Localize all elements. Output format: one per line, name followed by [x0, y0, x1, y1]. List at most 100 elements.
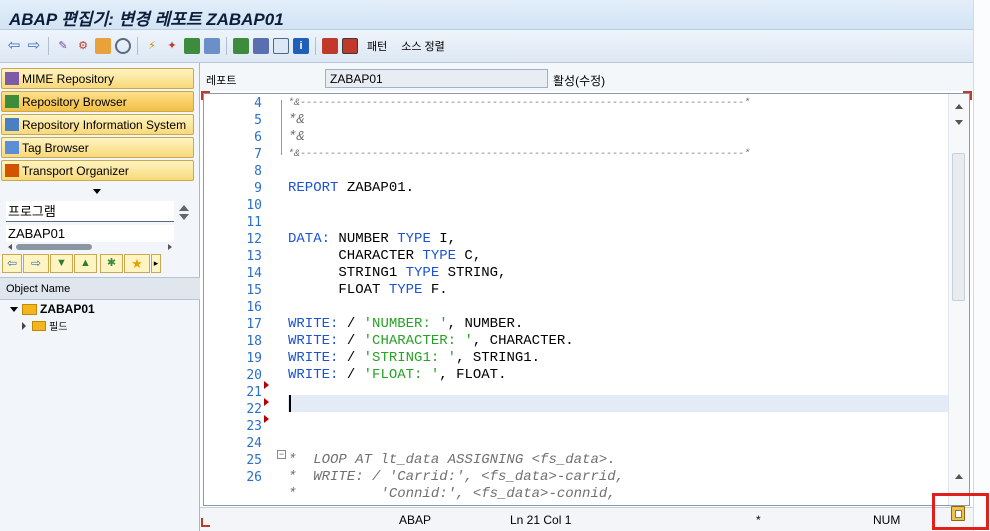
session-breakpoint-icon[interactable]: [342, 38, 358, 54]
change-marker-icon: [264, 381, 269, 389]
code-line-5: *&: [288, 112, 305, 128]
back-arrow-icon[interactable]: ⇦: [6, 38, 22, 54]
scrollbar-thumb[interactable]: [952, 153, 965, 301]
line-number: 26: [246, 470, 262, 485]
clipboard-icon[interactable]: [951, 506, 965, 521]
code-editor[interactable]: 4 5 6 7 8 9 10 11 12 13 14 15 16 17 18 1…: [203, 93, 970, 506]
more-browsers-dropdown-icon[interactable]: [93, 189, 101, 194]
object-name-header-label: Object Name: [6, 283, 71, 295]
line-number: 22: [246, 402, 262, 417]
code-text: , STRING1.: [456, 350, 541, 366]
line-number: 4: [254, 96, 262, 111]
scroll-down-arrow-icon[interactable]: [955, 120, 963, 125]
display-change-icon[interactable]: ✎: [55, 38, 71, 54]
code-text: , FLOAT.: [439, 367, 507, 383]
favorites-star-icon[interactable]: ★: [124, 254, 150, 273]
previous-object-icon[interactable]: ⇦: [2, 254, 22, 273]
code-line-13: CHARACTER TYPE C,: [288, 248, 481, 265]
report-label: 레포트: [206, 75, 237, 87]
line-number: 20: [246, 368, 262, 383]
code-line-18: WRITE: / 'CHARACTER: ', CHARACTER.: [288, 333, 574, 350]
navigator-toolbar: ⇦ ⇨ ▼ ▲ ✱ ★ ▸: [2, 254, 198, 274]
activate-icon[interactable]: ⚡: [144, 38, 160, 54]
line-number: 24: [246, 436, 262, 451]
code-line-9: REPORT ZABAP01.: [288, 180, 414, 197]
tree-collapsed-arrow-icon[interactable]: [22, 321, 26, 330]
repository-information-system-button[interactable]: Repository Information System: [1, 114, 194, 135]
transport-organizer-button[interactable]: Transport Organizer: [1, 160, 194, 181]
fullscreen-icon[interactable]: [273, 38, 289, 54]
code-keyword: WRITE:: [288, 333, 339, 349]
more-tools-icon[interactable]: ▸: [151, 254, 161, 273]
code-keyword: WRITE:: [288, 316, 339, 332]
collapse-block-icon[interactable]: −: [277, 450, 286, 459]
code-text: /: [338, 333, 364, 349]
object-name-input[interactable]: ZABAP01: [6, 225, 174, 242]
code-text: /: [338, 367, 364, 383]
current-line-highlight: [288, 395, 948, 412]
tag-browser-label: Tag Browser: [22, 140, 89, 155]
object-navigator-panel: MIME Repository Repository Browser Repos…: [0, 63, 200, 531]
display-object-list-icon[interactable]: [253, 38, 269, 54]
editor-vertical-scrollbar[interactable]: [948, 94, 969, 505]
up-one-level-icon[interactable]: ▼: [50, 254, 73, 273]
status-corner-marker: [201, 518, 210, 527]
scroll-up-arrow-icon[interactable]: [955, 104, 963, 109]
active-inactive-icon[interactable]: ⚙: [75, 38, 91, 54]
code-line-24: * LOOP AT lt_data ASSIGNING <fs_data>.: [288, 452, 616, 468]
toolbar-separator: [48, 37, 49, 55]
report-name-field[interactable]: ZABAP01: [325, 69, 548, 88]
line-number: 10: [246, 198, 262, 213]
repository-information-system-icon: [5, 118, 19, 131]
code-line-12: DATA: NUMBER TYPE I,: [288, 231, 456, 248]
object-name-scrollbar[interactable]: [6, 243, 174, 251]
line-number: 6: [254, 130, 262, 145]
tree-expanded-arrow-icon[interactable]: [10, 306, 18, 312]
tag-browser-icon: [5, 141, 19, 154]
toolbar-separator: [137, 37, 138, 55]
tree-child-label: 필드: [49, 322, 68, 333]
code-line-26: * 'Connid:', <fs_data>-connid,: [288, 486, 616, 502]
report-status-label: 활성(수정): [553, 74, 606, 88]
line-number: 21: [246, 385, 262, 400]
scroll-up-arrow-icon[interactable]: [955, 474, 963, 479]
info-icon[interactable]: i: [293, 38, 309, 54]
code-keyword: TYPE: [388, 282, 423, 298]
breakpoint-icon[interactable]: [322, 38, 338, 54]
text-cursor: [289, 395, 291, 412]
where-used-list-icon[interactable]: [184, 38, 200, 54]
line-number: 11: [246, 215, 262, 230]
mime-repository-button[interactable]: MIME Repository: [1, 68, 194, 89]
line-number: 14: [246, 266, 262, 281]
test-execute-icon[interactable]: ✦: [164, 38, 180, 54]
repository-browser-button[interactable]: Repository Browser: [1, 91, 194, 112]
status-num-lock: NUM: [873, 513, 901, 527]
fold-guide: [281, 100, 282, 155]
tree-child-node[interactable]: 필드: [22, 318, 67, 333]
code-keyword: TYPE: [405, 265, 440, 281]
code-text: ZABAP01.: [338, 180, 415, 196]
next-object-icon[interactable]: ⇨: [23, 254, 49, 273]
tag-browser-button[interactable]: Tag Browser: [1, 137, 194, 158]
line-number: 18: [246, 334, 262, 349]
object-list-icon[interactable]: [233, 38, 249, 54]
editor-status-bar: ABAP Ln 21 Col 1 * NUM: [200, 507, 973, 531]
pretty-printer-button[interactable]: 소스 정렬: [401, 38, 445, 54]
code-text: /: [338, 350, 364, 366]
code-text: STRING,: [439, 265, 507, 281]
down-one-level-icon[interactable]: ▲: [74, 254, 97, 273]
code-keyword: REPORT: [288, 180, 339, 196]
pattern-button[interactable]: 패턴: [367, 38, 387, 54]
object-name-column-header[interactable]: Object Name: [0, 277, 200, 300]
folder-icon: [32, 320, 46, 331]
object-tree-icon[interactable]: ✱: [100, 254, 123, 273]
line-number: 5: [254, 113, 262, 128]
other-object-icon[interactable]: [95, 38, 111, 54]
object-type-stepper-icon[interactable]: [179, 205, 191, 223]
forward-arrow-icon[interactable]: ⇨: [26, 38, 42, 54]
tree-root-node[interactable]: ZABAP01: [10, 301, 95, 317]
object-type-select[interactable]: 프로그램: [6, 201, 174, 222]
code-line-14: STRING1 TYPE STRING,: [288, 265, 506, 282]
navigation-window-icon[interactable]: [204, 38, 220, 54]
check-icon[interactable]: [115, 38, 131, 54]
